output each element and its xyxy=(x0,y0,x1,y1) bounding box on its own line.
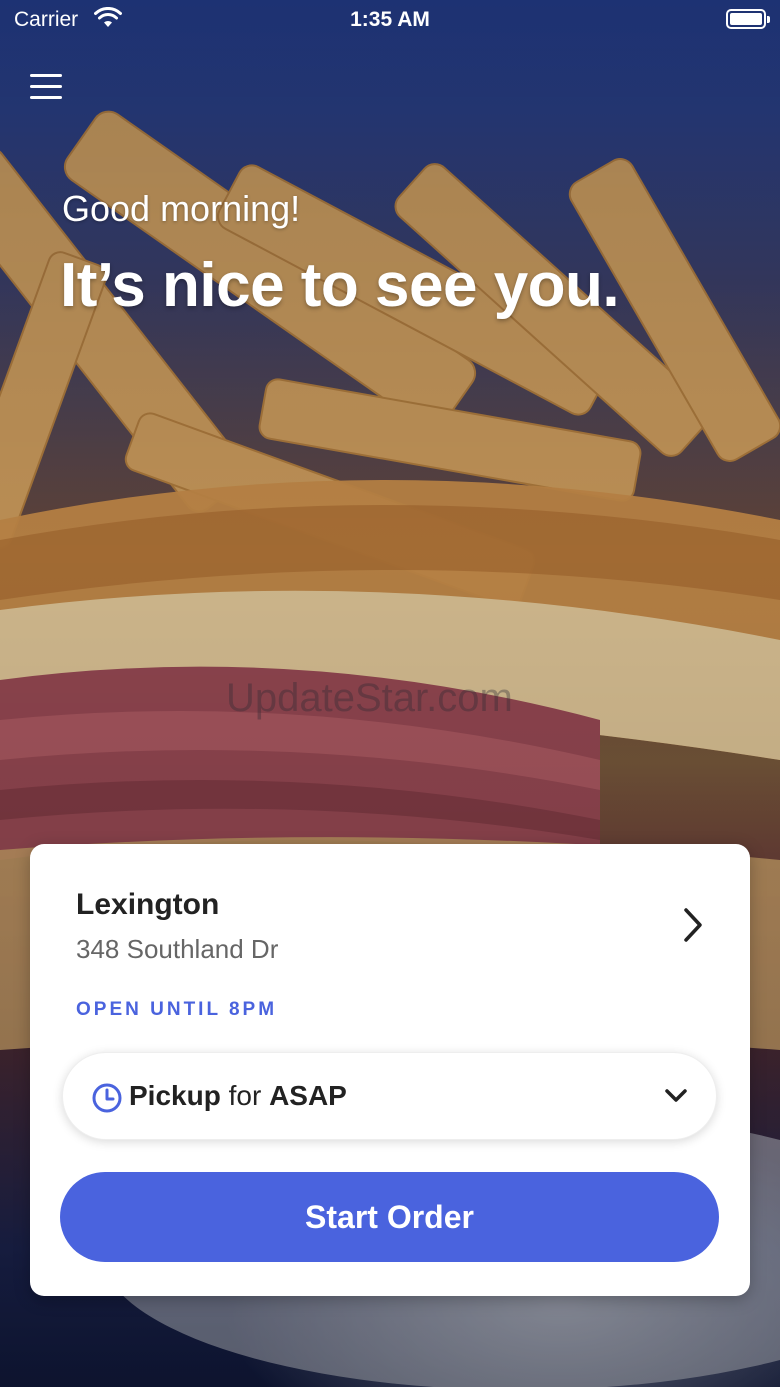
greeting-text: Good morning! xyxy=(62,188,301,229)
clock-time: 1:35 AM xyxy=(350,8,430,31)
clock-icon xyxy=(92,1083,122,1113)
order-mode-value: Pickup xyxy=(129,1080,221,1111)
headline-text: It’s nice to see you. xyxy=(60,251,620,320)
status-bar: Carrier 1:35 AM xyxy=(0,0,780,44)
chevron-down-icon xyxy=(665,1089,687,1102)
store-address: 348 Southland Dr xyxy=(76,934,279,964)
order-mode-label: Pickup for ASAP xyxy=(129,1080,347,1112)
store-name: Lexington xyxy=(76,888,220,921)
order-time-value: ASAP xyxy=(269,1080,347,1111)
watermark-text: UpdateStar.com xyxy=(226,676,513,720)
store-hours-badge: OPEN UNTIL 8PM xyxy=(76,999,278,1020)
store-card: Lexington 348 Southland Dr OPEN UNTIL 8P… xyxy=(30,844,750,1296)
store-selector[interactable]: Lexington 348 Southland Dr xyxy=(30,844,750,984)
battery-icon xyxy=(726,9,770,29)
order-mode-connector: for xyxy=(228,1080,262,1111)
chevron-right-icon xyxy=(684,908,702,942)
hamburger-menu-icon[interactable] xyxy=(30,74,62,104)
start-order-button[interactable]: Start Order xyxy=(60,1172,719,1262)
order-mode-dropdown[interactable]: Pickup for ASAP xyxy=(62,1052,717,1140)
